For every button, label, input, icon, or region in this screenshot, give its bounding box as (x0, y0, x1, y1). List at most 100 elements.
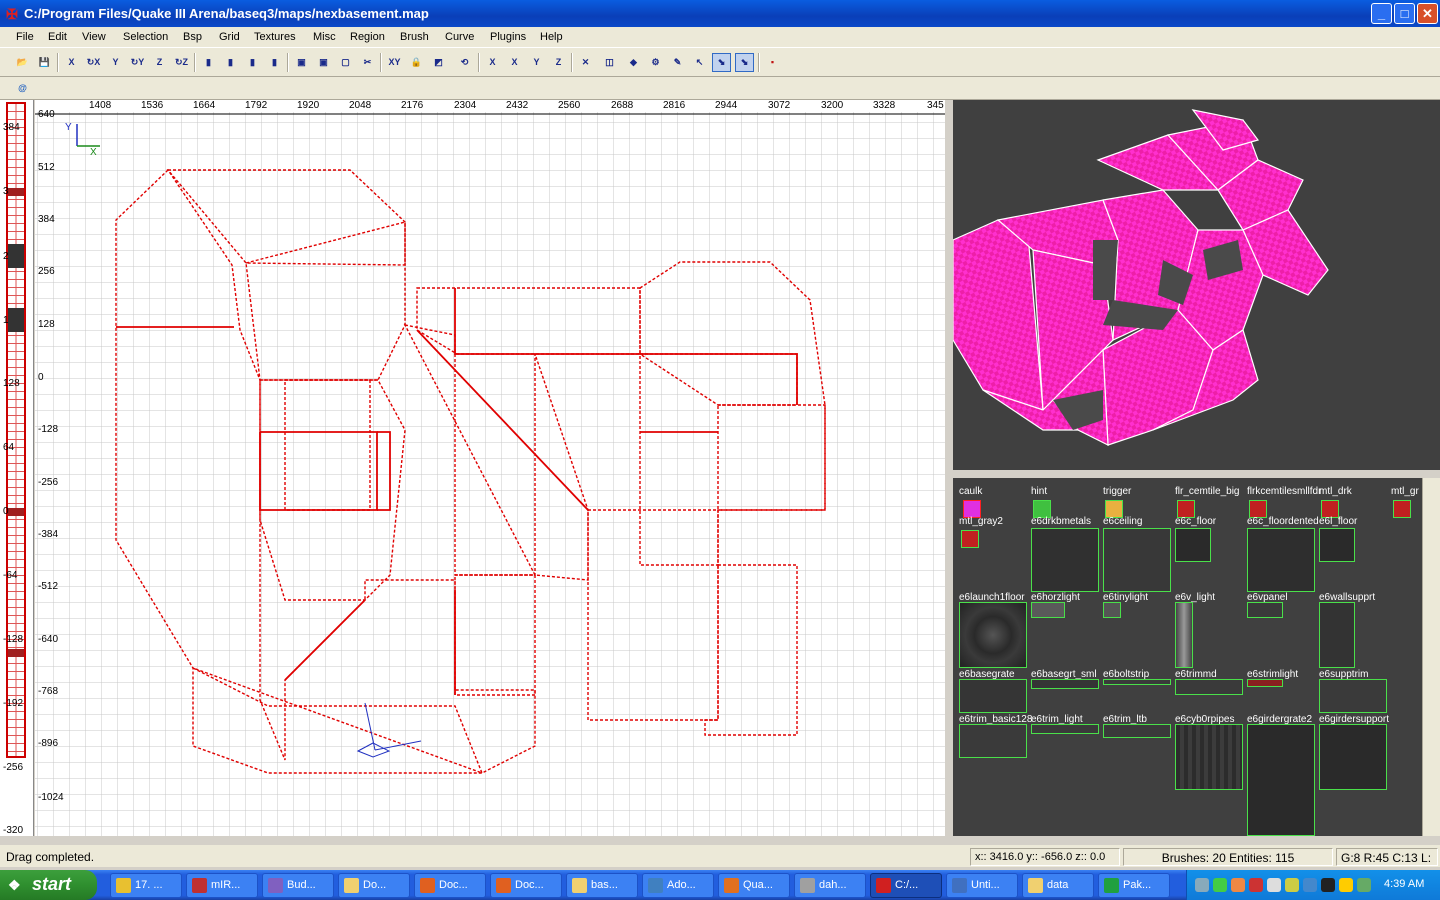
view-y-icon[interactable]: Y (527, 53, 546, 72)
menu-bsp[interactable]: Bsp (183, 31, 202, 43)
view-x-icon[interactable]: X (483, 53, 502, 72)
xy-view[interactable]: Y X 1408 1536 1664 1792 1920 2048 2176 2… (35, 100, 945, 836)
vertical-splitter[interactable] (945, 100, 953, 836)
texture-tile[interactable]: e6c_floordented (1247, 516, 1319, 594)
texture-tile[interactable]: e6supptrim (1319, 669, 1389, 715)
menu-region[interactable]: Region (350, 31, 385, 43)
minimize-button[interactable]: _ (1371, 3, 1392, 24)
hollow-icon[interactable]: ▢ (336, 53, 355, 72)
taskbar-item[interactable]: Do... (338, 873, 410, 898)
select-mode-icon[interactable]: ⬊ (735, 53, 754, 72)
z-view[interactable]: 384 3 2 1 128 0 64 -64 -128 -192 -256 -3… (0, 100, 34, 836)
tray-app-icon[interactable] (1339, 878, 1353, 892)
rotate-y-icon[interactable]: ↻Y (128, 53, 147, 72)
texture-tile[interactable]: e6boltstrip (1103, 669, 1173, 709)
menu-textures[interactable]: Textures (254, 31, 296, 43)
plugin-bar-icon[interactable]: @ (13, 79, 32, 98)
texture-tile[interactable]: e6girdersupport (1319, 714, 1389, 792)
radiant-app-icon[interactable]: ✠ (4, 6, 20, 22)
texture-tile[interactable]: e6v_light (1175, 592, 1245, 670)
menu-plugins[interactable]: Plugins (490, 31, 526, 43)
texture-tile[interactable]: e6horzlight (1031, 592, 1101, 632)
menu-curve[interactable]: Curve (445, 31, 474, 43)
csg-subtract-icon[interactable]: ▣ (292, 53, 311, 72)
menu-help[interactable]: Help (540, 31, 563, 43)
menu-file[interactable]: File (16, 31, 34, 43)
taskbar-item[interactable]: Doc... (490, 873, 562, 898)
taskbar-item[interactable]: bas... (566, 873, 638, 898)
plugin-icon[interactable]: ▪ (763, 53, 782, 72)
rotate-z-icon[interactable]: ↻Z (172, 53, 191, 72)
change-views-icon[interactable]: XY (385, 53, 404, 72)
texture-tile[interactable]: e6tinylight (1103, 592, 1173, 632)
select-inside-icon[interactable]: ▮ (265, 53, 284, 72)
taskbar-item[interactable]: Qua... (718, 873, 790, 898)
texture-scrollbar[interactable] (1422, 478, 1440, 836)
texture-tile[interactable]: e6basegrt_sml (1031, 669, 1101, 709)
select-touching-icon[interactable]: ▮ (221, 53, 240, 72)
texture-tile[interactable]: e6strimlight (1247, 669, 1317, 709)
rotate-x-icon[interactable]: ↻X (84, 53, 103, 72)
texture-tile[interactable]: e6cyb0rpipes (1175, 714, 1245, 792)
patch-icon[interactable]: ◆ (624, 53, 643, 72)
flip-x-icon[interactable]: X (62, 53, 81, 72)
taskbar-item[interactable]: data (1022, 873, 1094, 898)
csg-merge-icon[interactable]: ▣ (314, 53, 333, 72)
taskbar-item[interactable]: mIR... (186, 873, 258, 898)
texture-tile[interactable]: e6girdergrate2 (1247, 714, 1317, 836)
view-xy-icon[interactable]: X (505, 53, 524, 72)
taskbar-item[interactable]: Unti... (946, 873, 1018, 898)
camera-view[interactable] (953, 100, 1440, 470)
show-models-icon[interactable]: ✕ (576, 53, 595, 72)
flip-y-icon[interactable]: Y (106, 53, 125, 72)
taskbar-item-active[interactable]: C:/... (870, 873, 942, 898)
menu-selection[interactable]: Selection (123, 31, 168, 43)
texture-tile[interactable]: e6launch1floor (959, 592, 1029, 670)
horizontal-splitter[interactable] (953, 470, 1440, 478)
weld-icon[interactable]: ✎ (668, 53, 687, 72)
clipper-icon[interactable]: ✂ (358, 53, 377, 72)
tray-app-icon[interactable] (1303, 878, 1317, 892)
flip-z-icon[interactable]: Z (150, 53, 169, 72)
taskbar-item[interactable]: dah... (794, 873, 866, 898)
view-z-icon[interactable]: Z (549, 53, 568, 72)
open-icon[interactable]: 📂 (13, 53, 32, 72)
close-button[interactable]: ✕ (1417, 3, 1438, 24)
tray-app-icon[interactable] (1213, 878, 1227, 892)
camera-icon[interactable]: ⟲ (455, 53, 474, 72)
texture-lock-icon[interactable]: 🔒 (407, 53, 426, 72)
select-partial-icon[interactable]: ▮ (243, 53, 262, 72)
texture-tile[interactable]: e6trimmd (1175, 669, 1245, 709)
texture-tile[interactable]: e6trim_basic128 (959, 714, 1032, 760)
menu-misc[interactable]: Misc (313, 31, 336, 43)
bend-icon[interactable]: ⚙ (646, 53, 665, 72)
save-icon[interactable]: 💾 (35, 53, 54, 72)
texture-browser[interactable]: caulk hint trigger flr_cemtile_big flrkc… (953, 478, 1422, 836)
taskbar-item[interactable]: 17. ... (110, 873, 182, 898)
volume-icon[interactable] (1357, 878, 1371, 892)
menu-brush[interactable]: Brush (400, 31, 429, 43)
network-icon[interactable] (1195, 878, 1209, 892)
menu-grid[interactable]: Grid (219, 31, 240, 43)
tray-app-icon[interactable] (1231, 878, 1245, 892)
texture-tile[interactable]: e6trim_ltb (1103, 714, 1173, 754)
texture-tile[interactable]: mtl_gray2 (959, 516, 1025, 556)
tray-app-icon[interactable] (1267, 878, 1281, 892)
drag-vertices-icon[interactable]: ⬊ (712, 53, 731, 72)
taskbar-item[interactable]: Ado... (642, 873, 714, 898)
texture-tile[interactable]: e6l_floor (1319, 516, 1389, 594)
menu-view[interactable]: View (82, 31, 106, 43)
maximize-button[interactable]: □ (1394, 3, 1415, 24)
taskbar-item[interactable]: Bud... (262, 873, 334, 898)
complete-tall-icon[interactable]: ▮ (199, 53, 218, 72)
texture-tile[interactable]: e6c_floor (1175, 516, 1245, 594)
texture-tile[interactable]: e6trim_light (1031, 714, 1101, 754)
texture-tile[interactable]: e6basegrate (959, 669, 1029, 715)
drag-edges-icon[interactable]: ↖ (690, 53, 709, 72)
texture-tile[interactable]: e6ceiling (1103, 516, 1173, 594)
texture-tile[interactable]: e6drkbmetals (1031, 516, 1101, 594)
taskbar-item[interactable]: Doc... (414, 873, 486, 898)
start-button[interactable]: ❖ start (0, 870, 97, 900)
cubic-clip-icon[interactable]: ◩ (429, 53, 448, 72)
texture-tile[interactable]: e6wallsupprt (1319, 592, 1389, 670)
